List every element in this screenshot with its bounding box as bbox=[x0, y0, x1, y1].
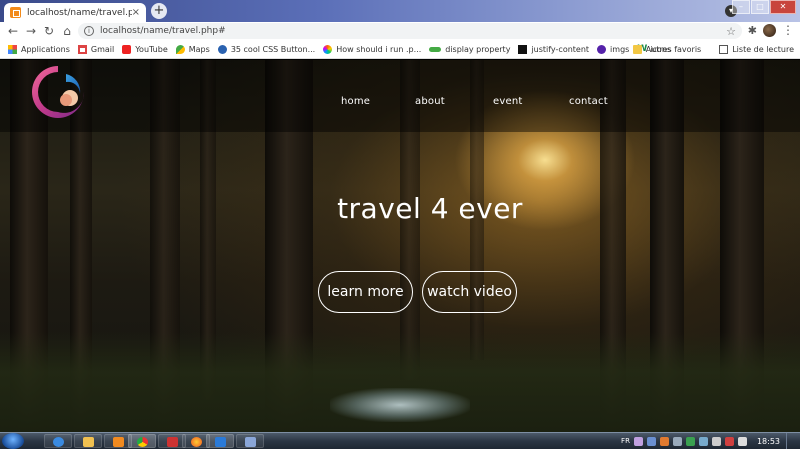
system-tray: FR 18:53 bbox=[621, 433, 800, 449]
site-logo[interactable] bbox=[30, 64, 86, 120]
start-button[interactable] bbox=[2, 433, 24, 449]
media-player-icon bbox=[113, 437, 124, 447]
tab-title: localhost/name/travel.php# bbox=[27, 7, 132, 18]
maximize-button[interactable]: □ bbox=[751, 0, 769, 14]
chrome-icon bbox=[137, 437, 148, 447]
close-window-button[interactable]: ✕ bbox=[770, 0, 796, 14]
browser-tab[interactable]: localhost/name/travel.php# × bbox=[4, 3, 146, 22]
ie-icon bbox=[53, 437, 64, 447]
nav-link-contact[interactable]: contact bbox=[569, 96, 608, 107]
show-desktop-button[interactable] bbox=[786, 433, 794, 449]
display-property-icon bbox=[429, 46, 442, 52]
network-icon[interactable] bbox=[711, 436, 721, 446]
extensions-icon[interactable]: ✱ bbox=[748, 24, 757, 37]
tray-app-icon[interactable] bbox=[659, 436, 669, 446]
folder-icon bbox=[632, 44, 642, 54]
bookmark-justify-content[interactable]: justify-content bbox=[518, 44, 589, 54]
taskbar-clock[interactable]: 18:53 bbox=[757, 437, 780, 446]
folder-icon bbox=[83, 437, 94, 447]
address-bar[interactable]: i localhost/name/travel.php# ☆ bbox=[78, 23, 742, 39]
browser-menu-icon[interactable]: ⋮ bbox=[782, 23, 794, 37]
nav-link-event[interactable]: event bbox=[493, 96, 522, 107]
settings-icon[interactable] bbox=[672, 436, 682, 446]
swirl-icon bbox=[323, 44, 333, 54]
firefox-icon bbox=[191, 437, 202, 447]
justify-content-icon bbox=[518, 44, 528, 54]
home-button[interactable]: ⌂ bbox=[58, 22, 76, 40]
webpage-viewport: home about event contact travel 4 ever l… bbox=[0, 60, 800, 432]
forward-button[interactable]: → bbox=[22, 22, 40, 40]
bookmark-applications[interactable]: Applications bbox=[8, 44, 70, 54]
browser-tab-strip: localhost/name/travel.php# × + ▾ – □ ✕ bbox=[0, 0, 800, 22]
windows-taskbar: FR 18:53 bbox=[0, 432, 800, 449]
learn-more-button[interactable]: learn more bbox=[318, 271, 413, 313]
bookmark-other-favorites[interactable]: Autres favoris bbox=[632, 44, 701, 54]
w3-icon bbox=[217, 44, 227, 54]
taskbar-chrome-button[interactable] bbox=[128, 434, 156, 448]
youtube-icon bbox=[122, 44, 132, 54]
site-info-icon[interactable]: i bbox=[84, 26, 94, 36]
shield-icon[interactable] bbox=[646, 436, 656, 446]
bookmark-maps[interactable]: Maps bbox=[175, 44, 210, 54]
reading-list-icon bbox=[719, 44, 729, 54]
taskbar-explorer-button[interactable] bbox=[74, 434, 102, 448]
tab-close-icon[interactable]: × bbox=[132, 7, 140, 18]
hero-title: travel 4 ever bbox=[337, 192, 523, 225]
new-tab-button[interactable]: + bbox=[151, 3, 167, 19]
monitor-icon[interactable] bbox=[698, 436, 708, 446]
taskbar-ie-button[interactable] bbox=[44, 434, 72, 448]
reload-button[interactable]: ↻ bbox=[40, 22, 58, 40]
imgs-icon bbox=[597, 44, 607, 54]
maps-icon bbox=[175, 44, 185, 54]
forest-stream bbox=[330, 388, 470, 422]
address-url[interactable]: localhost/name/travel.php# bbox=[100, 26, 726, 36]
bookmark-youtube[interactable]: YouTube bbox=[122, 44, 168, 54]
nav-link-about[interactable]: about bbox=[415, 96, 445, 107]
watch-video-button[interactable]: watch video bbox=[422, 271, 517, 313]
bookmark-display-property[interactable]: display property bbox=[429, 45, 510, 54]
bookmark-star-icon[interactable]: ☆ bbox=[726, 25, 736, 38]
vscode-icon bbox=[215, 437, 226, 447]
volume-icon[interactable] bbox=[737, 436, 747, 446]
tab-favicon-icon bbox=[10, 7, 21, 18]
gmail-icon bbox=[77, 44, 87, 54]
bookmark-how-run[interactable]: How should i run .p... bbox=[323, 44, 421, 54]
bookmark-css-buttons[interactable]: 35 cool CSS Button... bbox=[217, 44, 315, 54]
app-icon bbox=[167, 437, 178, 447]
taskbar-vscode-button[interactable] bbox=[206, 434, 234, 448]
security-icon[interactable] bbox=[685, 436, 695, 446]
bookmarks-bar: Applications Gmail YouTube Maps 35 cool … bbox=[0, 40, 800, 59]
window-controls: – □ ✕ bbox=[732, 0, 796, 14]
back-button[interactable]: ← bbox=[4, 22, 22, 40]
site-header bbox=[0, 60, 800, 132]
taskbar-window-button[interactable] bbox=[236, 434, 264, 448]
bookmark-reading-list[interactable]: Liste de lecture bbox=[719, 44, 794, 54]
apps-grid-icon bbox=[8, 44, 17, 54]
nav-link-home[interactable]: home bbox=[341, 96, 370, 107]
language-indicator[interactable]: FR bbox=[621, 437, 630, 445]
window-icon bbox=[245, 437, 256, 447]
flag-icon[interactable] bbox=[724, 436, 734, 446]
pen-icon[interactable] bbox=[633, 436, 643, 446]
minimize-button[interactable]: – bbox=[732, 0, 750, 14]
profile-avatar[interactable] bbox=[763, 23, 776, 37]
bookmark-gmail[interactable]: Gmail bbox=[77, 44, 114, 54]
browser-toolbar: ← → ↻ ⌂ i localhost/name/travel.php# ☆ ✱… bbox=[0, 22, 800, 40]
